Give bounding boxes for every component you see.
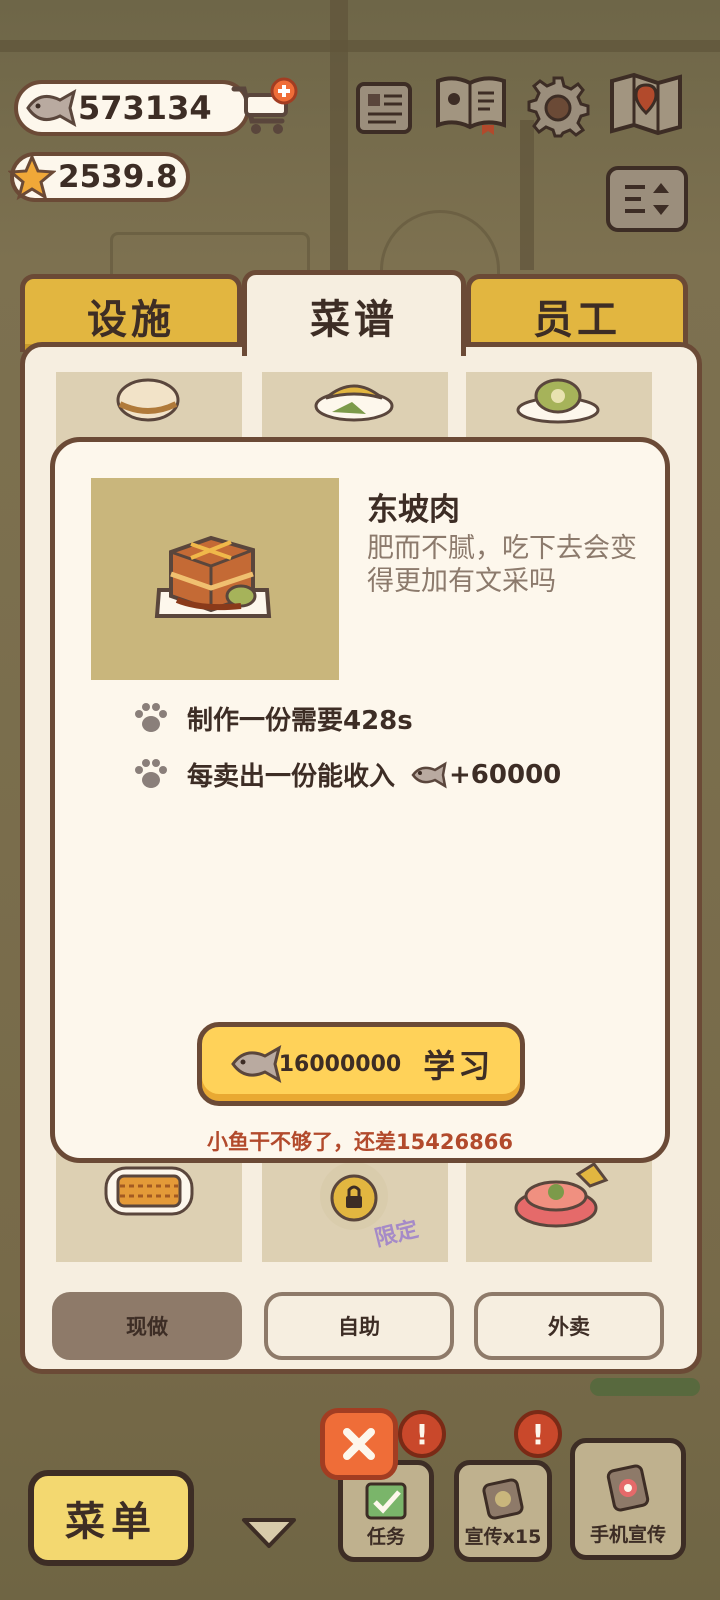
tab-recipes[interactable]: 菜谱	[242, 270, 466, 356]
fish-icon	[230, 1044, 282, 1084]
sushi-plate-icon	[514, 1161, 609, 1228]
cake-roll-icon	[516, 378, 600, 424]
learn-cost: 16000000	[278, 1051, 402, 1077]
shop-cart-button[interactable]	[230, 77, 300, 138]
cook-time-text: 制作一份需要428s	[187, 706, 413, 736]
star-count: 2539.8	[58, 159, 178, 195]
sort-toggle-button[interactable]	[606, 166, 688, 232]
lasagna-icon	[104, 1166, 194, 1216]
learn-button[interactable]: 16000000 学习	[197, 1022, 525, 1106]
notebook-icon	[356, 82, 412, 134]
learn-label: 学习	[423, 1047, 494, 1085]
insufficient-funds-warning: 小鱼干不够了，还差15426866	[207, 1130, 513, 1154]
subtab-takeout[interactable]: 外卖	[474, 1292, 664, 1360]
cart-plus-icon	[231, 77, 298, 134]
subtab-cook-now[interactable]: 现做	[52, 1292, 242, 1360]
paw-icon	[135, 758, 167, 788]
map-button[interactable]	[608, 72, 684, 136]
recipe-card[interactable]	[466, 1152, 652, 1262]
star-icon	[8, 154, 56, 201]
phone-promote-label: 手机宣传	[589, 1524, 666, 1546]
dish-name: 东坡肉	[367, 492, 460, 528]
menu-button[interactable]: 菜单	[28, 1470, 194, 1566]
recipe-card-locked[interactable]: 限定	[262, 1152, 448, 1262]
sandwich-icon	[116, 378, 180, 422]
dish-image	[91, 478, 339, 680]
gear-icon	[527, 76, 590, 138]
tab-staff[interactable]: 员工	[466, 274, 688, 352]
phone-promo-icon	[606, 1464, 650, 1512]
income-label: 每卖出一份能收入	[187, 762, 396, 792]
fish-currency-display: 573134	[14, 80, 250, 136]
recipe-detail-card: 东坡肉 肥而不腻，吃下去会变得更加有文采吗 制作一份需要428s 每卖出一份能收…	[50, 437, 670, 1163]
close-icon	[343, 1428, 375, 1460]
income-row: 每卖出一份能收入 +60000	[133, 756, 561, 793]
croissant-icon	[314, 384, 394, 422]
recipe-card[interactable]	[56, 1152, 242, 1262]
tasks-label: 任务	[366, 1526, 405, 1548]
promote-button[interactable]: 宣传x15	[454, 1460, 552, 1562]
sort-icon	[625, 183, 669, 215]
cook-time-row: 制作一份需要428s	[133, 700, 413, 737]
notes-button[interactable]	[352, 78, 416, 138]
tab-facilities[interactable]: 设施	[20, 274, 242, 352]
settings-button[interactable]	[526, 76, 590, 138]
paw-icon	[135, 702, 167, 732]
map-icon	[610, 72, 682, 136]
promo-card-icon	[482, 1478, 524, 1520]
promote-label: 宣传x15	[464, 1526, 542, 1548]
income-value: +60000	[449, 759, 562, 790]
promo-alert-badge: !	[514, 1410, 562, 1458]
checklist-icon	[365, 1482, 407, 1520]
phone-promote-button[interactable]: 手机宣传	[570, 1438, 686, 1560]
fish-count: 573134	[78, 89, 212, 127]
star-currency-display: 2539.8	[8, 152, 190, 202]
subtab-buffet[interactable]: 自助	[264, 1292, 454, 1360]
book-icon	[436, 76, 506, 135]
close-button[interactable]	[320, 1408, 398, 1480]
task-alert-badge: !	[398, 1410, 446, 1458]
dongpo-pork-icon	[154, 535, 272, 618]
fish-icon	[26, 88, 77, 128]
dish-description: 肥而不腻，吃下去会变得更加有文采吗	[367, 533, 637, 597]
chevron-down-icon[interactable]	[240, 1514, 298, 1550]
fish-icon	[411, 761, 447, 788]
recipe-book-button[interactable]	[432, 74, 510, 135]
lock-icon	[320, 1162, 388, 1230]
